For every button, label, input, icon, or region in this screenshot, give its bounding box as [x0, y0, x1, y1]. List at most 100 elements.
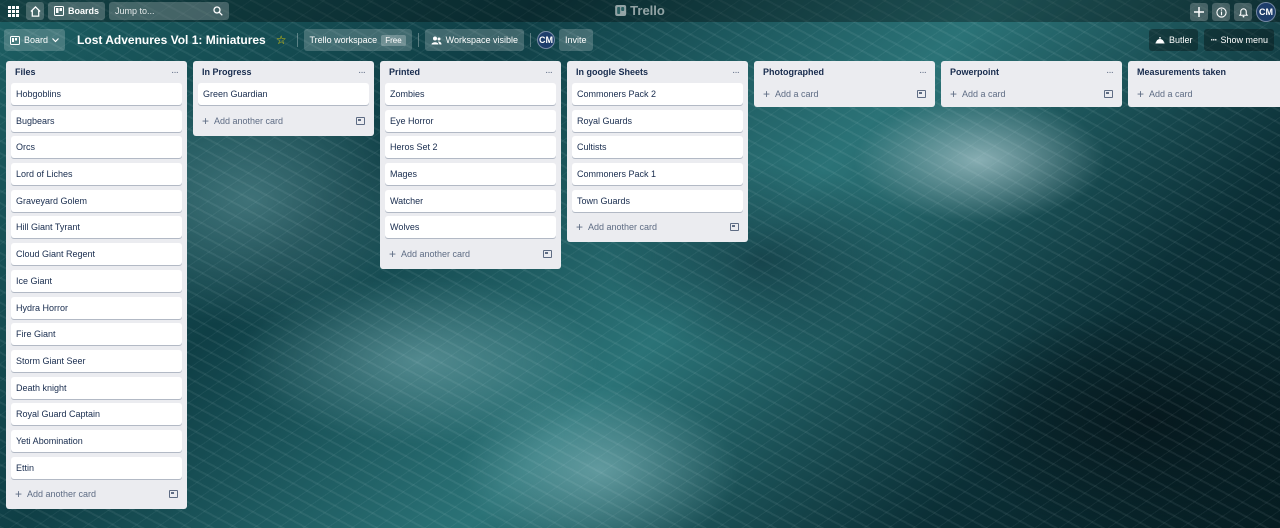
card-template-icon[interactable] [917, 90, 926, 98]
card-template-icon[interactable] [543, 250, 552, 259]
star-icon[interactable]: ☆ [276, 33, 287, 47]
plus-icon: + [15, 487, 23, 502]
show-menu-button[interactable]: ··· Show menu [1204, 29, 1274, 51]
card[interactable]: Commoners Pack 1 [572, 163, 743, 186]
list-menu-icon[interactable]: ··· [732, 67, 740, 78]
list-title[interactable]: Photographed [763, 67, 824, 77]
card[interactable]: Graveyard Golem [11, 189, 182, 212]
list-title[interactable]: In google Sheets [576, 67, 648, 77]
card-template-icon[interactable] [356, 116, 365, 125]
top-nav-bar: Boards Trello CM [0, 0, 1280, 22]
card[interactable]: Green Guardian [198, 83, 369, 105]
card[interactable]: Lord of Liches [11, 163, 182, 186]
card[interactable]: Storm Giant Seer [11, 349, 182, 372]
list-title[interactable]: Printed [389, 67, 420, 77]
add-card-button[interactable]: + Add another card [385, 243, 556, 265]
list[interactable]: Photographed ··· + Add a card [754, 61, 935, 107]
card[interactable]: Fire Giant [11, 323, 182, 346]
workspace-label: Trello workspace [309, 35, 378, 45]
workspace-button[interactable]: Trello workspace Free [303, 29, 412, 51]
board-title[interactable]: Lost Advenures Vol 1: Miniatures [71, 33, 272, 47]
card[interactable]: Ettin [11, 456, 182, 479]
add-card-button[interactable]: + Add a card [759, 83, 930, 105]
list[interactable]: Files ··· Hobgoblins Bugbears Orcs Lord of Li… [6, 61, 187, 510]
list-menu-icon[interactable]: ··· [545, 67, 553, 78]
trello-logo-icon [615, 5, 627, 16]
search-input[interactable] [115, 6, 206, 16]
search-box[interactable] [109, 2, 230, 20]
card[interactable]: Ice Giant [11, 269, 182, 292]
create-button[interactable] [1190, 3, 1208, 21]
card-template-icon[interactable] [1104, 90, 1113, 98]
card[interactable]: Death knight [11, 376, 182, 399]
list-header: Printed ··· [385, 61, 556, 83]
list[interactable]: In Progress ··· Green Guardian + Add another… [193, 61, 374, 136]
plan-badge: Free [381, 34, 406, 46]
card[interactable]: Royal Guard Captain [11, 403, 182, 426]
list[interactable]: Printed ··· Zombies Eye Horror Heros Set 2 Ma… [380, 61, 561, 270]
card[interactable]: Eye Horror [385, 109, 556, 132]
add-card-button[interactable]: + Add another card [198, 110, 369, 132]
list[interactable]: Measurements taken + Add a card [1128, 61, 1280, 107]
list-menu-icon[interactable]: ··· [1106, 67, 1114, 78]
list[interactable]: In google Sheets ··· Commoners Pack 2 Royal… [567, 61, 748, 243]
card[interactable]: Commoners Pack 2 [572, 83, 743, 105]
member-avatar[interactable]: CM [537, 31, 556, 49]
trello-logo[interactable]: Trello [615, 3, 665, 18]
card-template-icon[interactable] [169, 490, 178, 499]
card[interactable]: Wolves [385, 216, 556, 239]
card[interactable]: Hill Giant Tyrant [11, 216, 182, 239]
people-icon [431, 36, 442, 44]
add-card-button[interactable]: + Add another card [572, 216, 743, 238]
add-card-label: Add another card [214, 115, 284, 126]
card[interactable]: Royal Guards [572, 109, 743, 132]
board-view-switcher[interactable]: Board [4, 29, 66, 51]
add-card-button[interactable]: + Add another card [11, 483, 182, 505]
card[interactable]: Mages [385, 163, 556, 186]
card-template-icon[interactable] [730, 223, 739, 232]
search-icon[interactable] [213, 6, 223, 16]
visibility-button[interactable]: Workspace visible [424, 29, 525, 51]
add-card-label: Add another card [27, 489, 97, 500]
apps-grid-icon[interactable] [4, 2, 22, 20]
card[interactable]: Heros Set 2 [385, 136, 556, 159]
user-avatar[interactable]: CM [1256, 2, 1276, 22]
info-button[interactable] [1212, 3, 1230, 21]
chevron-down-icon [52, 37, 59, 42]
boards-button[interactable]: Boards [48, 2, 106, 20]
divider [417, 33, 419, 47]
card[interactable]: Orcs [11, 136, 182, 159]
card[interactable]: Hobgoblins [11, 83, 182, 105]
add-card-button[interactable]: + Add a card [946, 83, 1117, 105]
add-card-content: + Add another card [202, 115, 283, 127]
card[interactable]: Bugbears [11, 109, 182, 132]
card[interactable]: Zombies [385, 83, 556, 105]
add-card-button[interactable]: + Add a card [1133, 83, 1280, 105]
add-card-label: Add a card [962, 89, 1006, 99]
card[interactable]: Watcher [385, 189, 556, 212]
invite-button[interactable]: Invite [559, 29, 593, 51]
card[interactable]: Cultists [572, 136, 743, 159]
board-view-icon [10, 35, 20, 45]
butler-button[interactable]: Butler [1148, 29, 1199, 51]
card[interactable]: Yeti Abomination [11, 429, 182, 452]
list-header: Powerpoint ··· [946, 61, 1117, 83]
card[interactable]: Cloud Giant Regent [11, 243, 182, 266]
home-button[interactable] [26, 2, 44, 20]
list-menu-icon[interactable]: ··· [358, 67, 366, 78]
add-card-content: + Add a card [763, 88, 819, 100]
list-menu-icon[interactable]: ··· [171, 67, 179, 78]
list-menu-icon[interactable]: ··· [919, 67, 927, 78]
show-menu-label: Show menu [1220, 35, 1268, 45]
card[interactable]: Town Guards [572, 189, 743, 212]
add-card-label: Add another card [588, 222, 658, 233]
list-title[interactable]: Files [15, 67, 36, 77]
list-title[interactable]: Powerpoint [950, 67, 999, 77]
notifications-button[interactable] [1234, 3, 1252, 21]
card[interactable]: Hydra Horror [11, 296, 182, 319]
list-title[interactable]: Measurements taken [1137, 67, 1226, 77]
bell-icon [1238, 7, 1248, 18]
list[interactable]: Powerpoint ··· + Add a card [941, 61, 1122, 107]
list-header: In Progress ··· [198, 61, 369, 83]
list-title[interactable]: In Progress [202, 67, 252, 77]
